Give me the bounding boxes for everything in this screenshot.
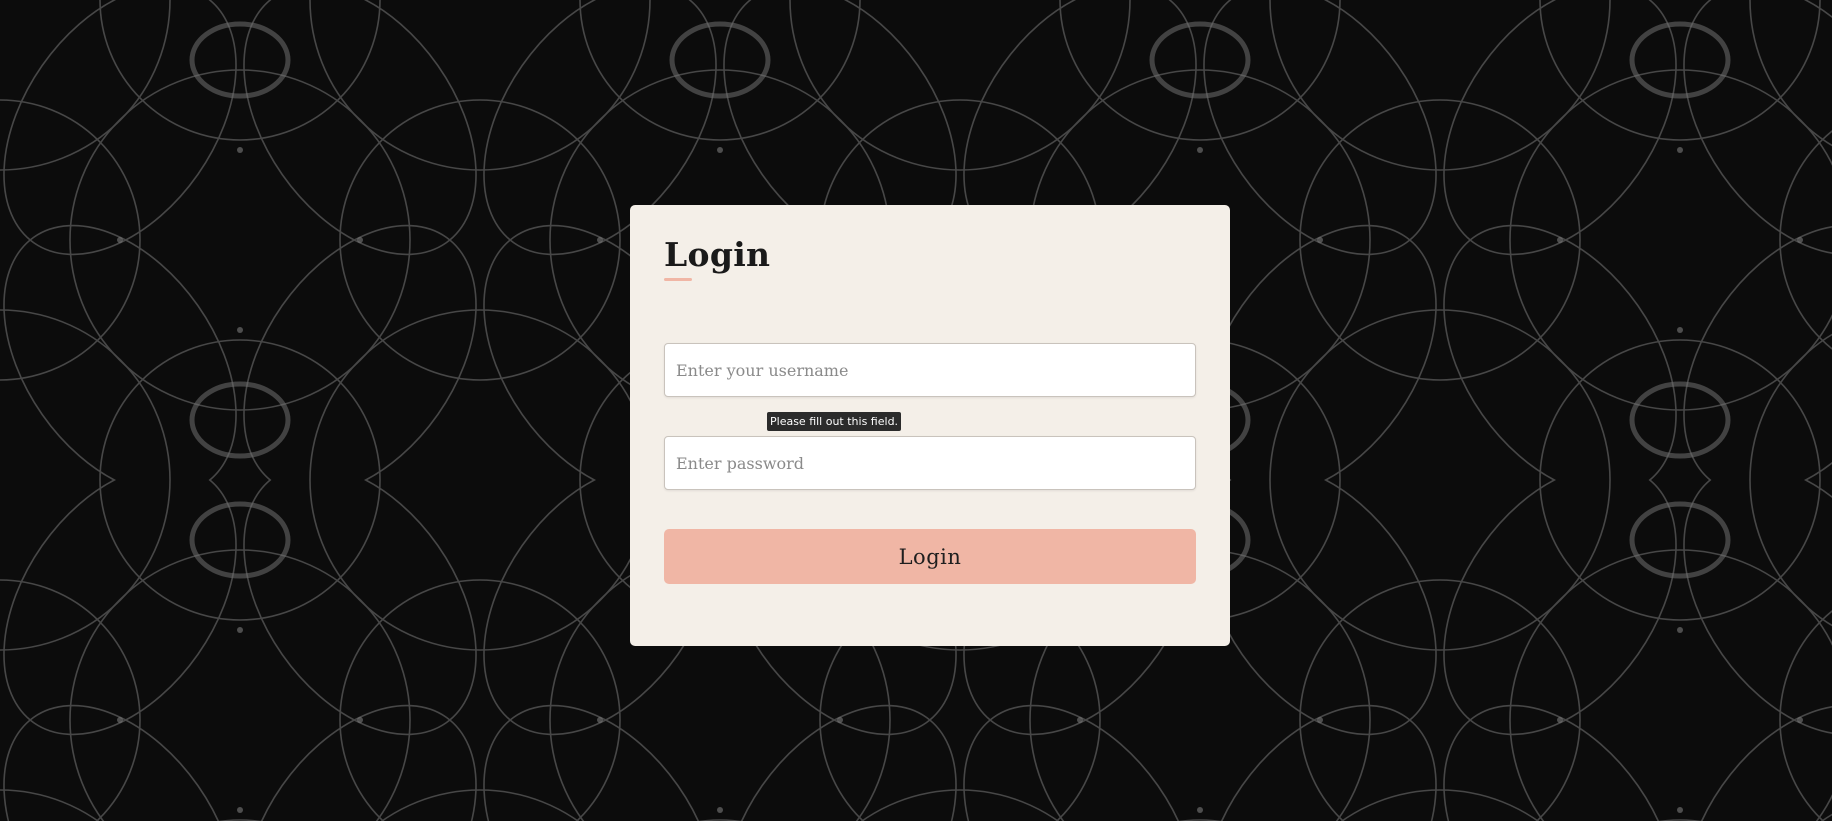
login-button[interactable]: Login: [664, 529, 1196, 584]
login-title: Login: [664, 235, 771, 274]
password-input[interactable]: [664, 436, 1196, 490]
username-input[interactable]: [664, 343, 1196, 397]
login-card: Login Please fill out this field. Login: [630, 205, 1230, 646]
title-accent-underline: [664, 278, 692, 281]
validation-tooltip: Please fill out this field.: [767, 412, 902, 431]
